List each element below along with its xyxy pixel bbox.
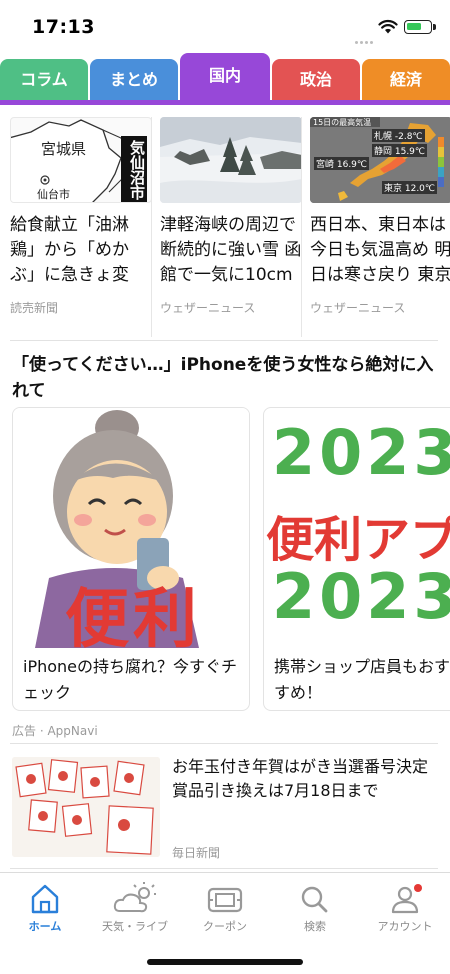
- article-source: 読売新聞: [10, 301, 59, 315]
- weather-label-sapporo: 札幌 -2.8℃: [372, 129, 425, 142]
- section-divider: [10, 743, 438, 744]
- account-icon: [391, 884, 422, 914]
- weather-label-miyazaki: 宮崎 16.9℃: [314, 157, 370, 170]
- article-source: 毎日新聞: [172, 846, 221, 860]
- coupon-icon: [207, 887, 243, 913]
- search-icon: [301, 886, 328, 913]
- nav-weather-live[interactable]: 天気・ライブ: [90, 881, 180, 941]
- home-indicator: [147, 959, 303, 965]
- woman-phone-illustration-icon: 便利: [13, 408, 249, 648]
- nav-label: クーポン: [203, 920, 247, 933]
- app-promo-icon: 2023 便利アプ 2023: [264, 408, 450, 648]
- home-icon: [31, 884, 59, 914]
- ad-card[interactable]: 2023 便利アプ 2023 携帯ショップ店員もおすすめ！: [263, 407, 450, 711]
- article-card[interactable]: 宮城県 気仙沼市 仙台市 給食献立「油淋鶏」から「めかぶ」に急きょ変更…期限切れ…: [10, 117, 152, 316]
- map-label-sendai: 仙台市: [37, 188, 70, 201]
- map-label-city: 気仙沼市: [128, 140, 146, 200]
- wifi-icon: [378, 19, 398, 34]
- ad-image-year-top: 2023: [272, 416, 450, 489]
- article-title: 西日本、東日本は今日も気温高め 明日は寒さ戻り 東京は最高気温8℃: [310, 215, 450, 285]
- top-articles: 宮城県 気仙沼市 仙台市 給食献立「油淋鶏」から「めかぶ」に急きょ変更…期限切れ…: [0, 111, 450, 339]
- article-card[interactable]: 15日の最高気温 札幌 -2.8℃ 静岡 15.9℃ 宮崎 16.9℃ 東京 1…: [310, 117, 450, 316]
- nav-label: ホーム: [28, 920, 62, 933]
- article-title: 給食献立「油淋鶏」から「めかぶ」に急きょ変更…期限切れ…: [10, 215, 129, 285]
- signal-dots-icon: [355, 29, 375, 44]
- weather-map-title: 15日の最高気温: [313, 118, 372, 127]
- notification-badge: [414, 884, 422, 892]
- ad-source: 広告 · AppNavi: [12, 724, 98, 738]
- article-title: 津軽海峡の周辺で断続的に強い雪 函館で一気に10cm以上積雪増える: [160, 215, 302, 285]
- article-title: お年玉付き年賀はがき当選番号決定 賞品引き換えは7月18日まで: [172, 757, 429, 800]
- ad-headline[interactable]: 「使ってください…」iPhoneを使う女性なら絶対に入れて: [12, 352, 438, 404]
- tab-domestic[interactable]: 国内: [180, 53, 270, 101]
- battery-charging-icon: [404, 20, 436, 34]
- weather-label-shizuoka: 静岡 15.9℃: [372, 144, 428, 157]
- divider: [151, 117, 152, 337]
- ad-card[interactable]: 便利 iPhoneの持ち腐れ？今すぐチェック: [12, 407, 250, 711]
- ad-caption: 携帯ショップ店員もおすすめ！: [274, 657, 450, 702]
- weather-label-tokyo: 東京 12.0℃: [382, 181, 438, 194]
- weather-map-icon: 15日の最高気温 札幌 -2.8℃ 静岡 15.9℃ 宮崎 16.9℃ 東京 1…: [310, 117, 450, 203]
- tab-politics[interactable]: 政治: [272, 59, 360, 101]
- ad-caption: iPhoneの持ち腐れ？今すぐチェック: [23, 657, 238, 702]
- nav-label: アカウント: [377, 920, 433, 933]
- section-divider: [10, 868, 438, 869]
- category-tabs: コラム まとめ 国内 政治 経済: [0, 53, 450, 105]
- snow-landscape-icon: [160, 117, 302, 203]
- article-source: ウェザーニュース: [160, 301, 256, 315]
- article-source: ウェザーニュース: [310, 301, 406, 315]
- nav-coupon[interactable]: クーポン: [180, 881, 270, 941]
- divider: [301, 117, 302, 337]
- nav-label: 天気・ライブ: [102, 920, 168, 933]
- ad-image-text: 便利: [65, 583, 201, 648]
- tab-matome[interactable]: まとめ: [90, 59, 178, 101]
- nav-search[interactable]: 検索: [270, 881, 360, 941]
- tab-economy[interactable]: 経済: [362, 59, 450, 101]
- nav-label: 検索: [304, 920, 326, 933]
- nav-account[interactable]: アカウント: [360, 881, 450, 941]
- tab-underline: [0, 100, 450, 105]
- nav-home[interactable]: ホーム: [0, 881, 90, 941]
- new-year-stamps-icon: [12, 757, 160, 857]
- map-icon: 宮城県 気仙沼市 仙台市: [10, 117, 152, 203]
- ad-image-year-bottom: 2023: [272, 560, 450, 633]
- weather-icon: [113, 882, 156, 913]
- status-bar: 17:13: [0, 0, 450, 52]
- article-list-item[interactable]: お年玉付き年賀はがき当選番号決定 賞品引き換えは7月18日まで 毎日新聞: [12, 755, 440, 863]
- tab-column[interactable]: コラム: [0, 59, 88, 101]
- status-time: 17:13: [32, 16, 95, 38]
- map-label-prefecture: 宮城県: [41, 140, 87, 158]
- article-card[interactable]: 津軽海峡の周辺で断続的に強い雪 函館で一気に10cm以上積雪増える ウェザーニュ…: [160, 117, 302, 316]
- section-divider: [10, 340, 438, 341]
